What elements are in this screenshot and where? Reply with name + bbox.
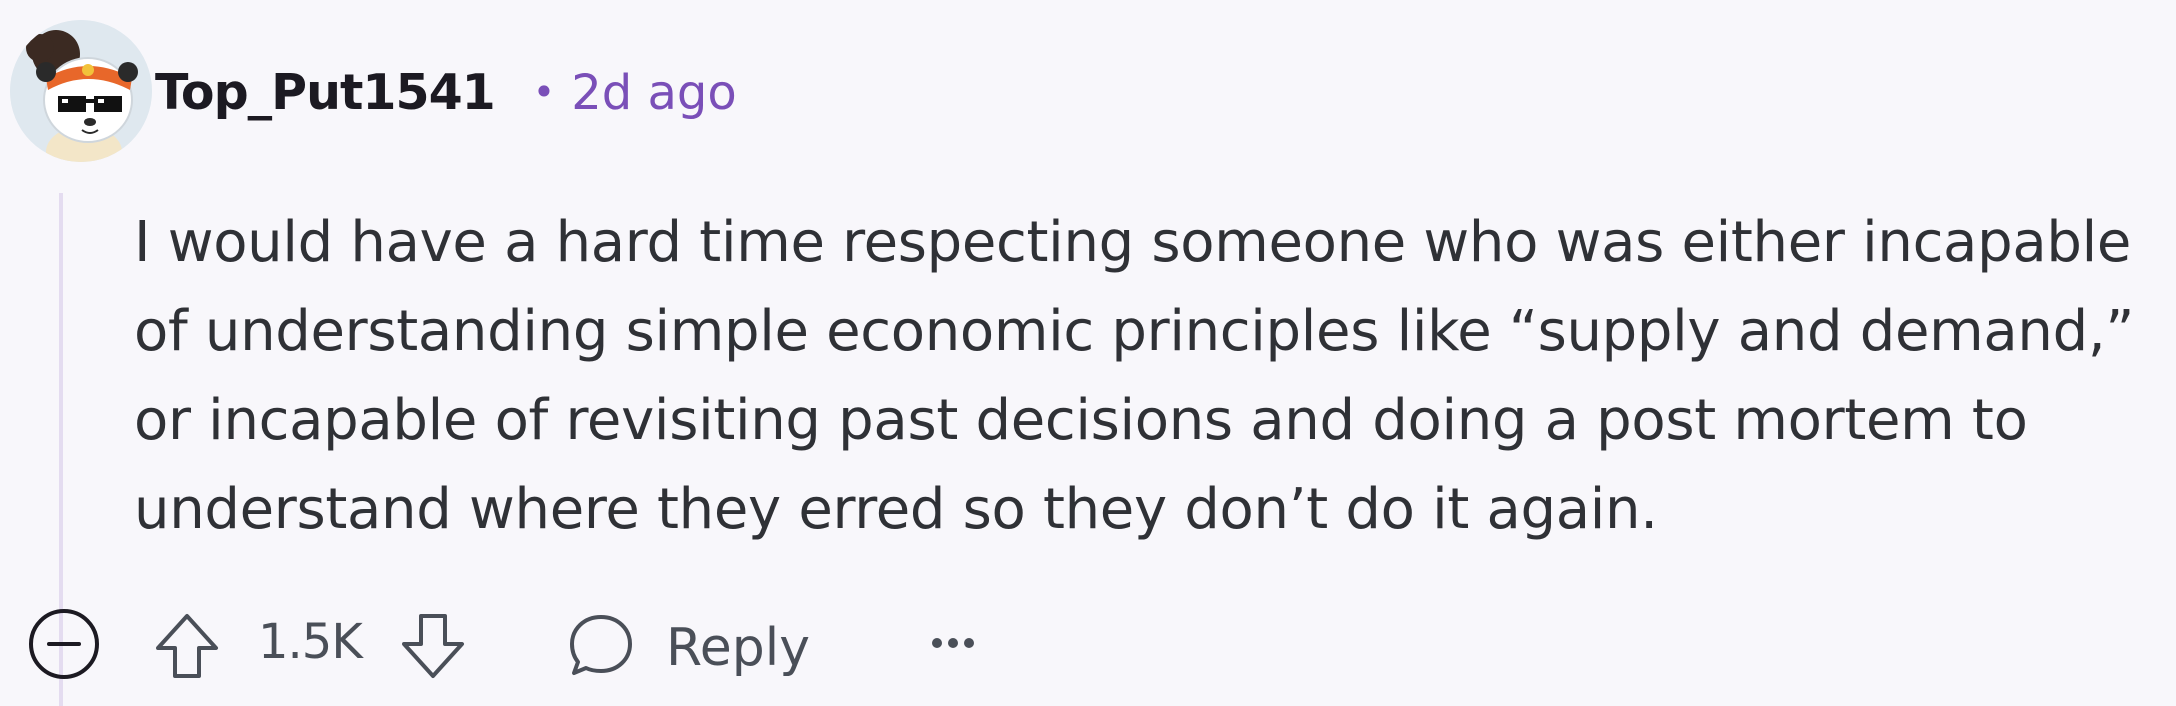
comment-actions: 1.5K Reply [0, 600, 1100, 690]
more-dots-icon [932, 638, 974, 648]
separator-dot: • [532, 70, 556, 114]
collapse-minus-icon [29, 609, 99, 679]
username[interactable]: Top_Put1541 [155, 64, 496, 121]
more-options-button[interactable] [925, 628, 985, 658]
upvote-button[interactable] [152, 610, 222, 682]
reply-button[interactable]: Reply [566, 610, 810, 682]
vote-score: 1.5K [258, 614, 363, 670]
arrow-up-icon [156, 614, 218, 678]
speech-bubble-icon [570, 615, 632, 675]
collapse-button[interactable] [24, 604, 104, 684]
reply-label: Reply [666, 618, 811, 678]
avatar[interactable] [10, 20, 152, 162]
comment-header: Top_Put1541 • 2d ago [155, 64, 737, 121]
avatar-image [10, 20, 152, 162]
arrow-down-icon [402, 614, 464, 678]
comment: Top_Put1541 • 2d ago I would have a hard… [0, 0, 2176, 706]
downvote-button[interactable] [398, 610, 468, 682]
comment-body: I would have a hard time respecting some… [134, 210, 2135, 542]
timestamp[interactable]: 2d ago [571, 65, 737, 121]
